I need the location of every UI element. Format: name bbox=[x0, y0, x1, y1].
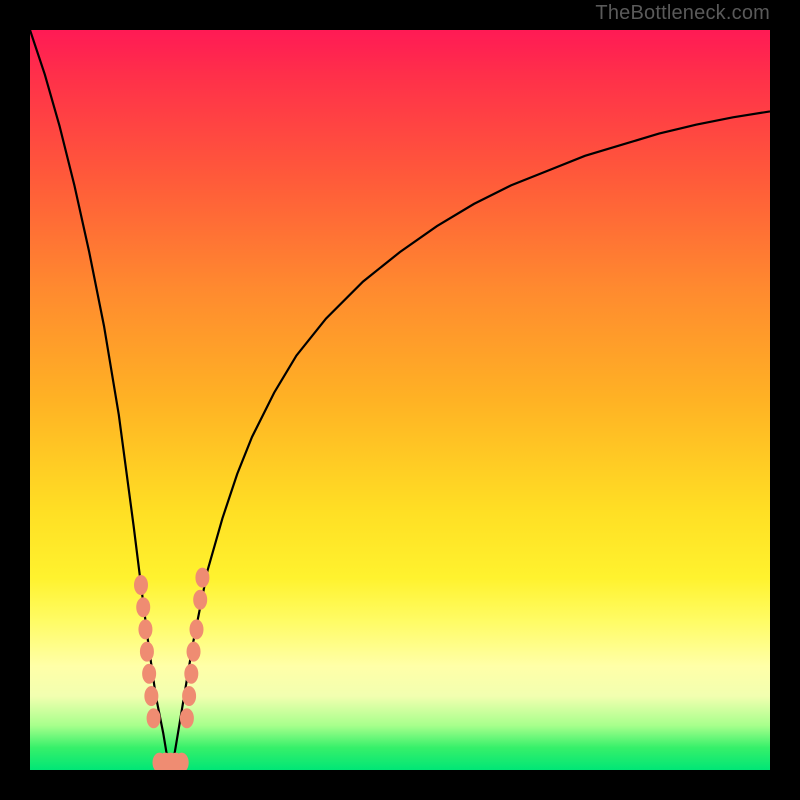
bottleneck-curve bbox=[30, 30, 770, 770]
marker-dot bbox=[180, 709, 193, 728]
marker-dot bbox=[140, 642, 153, 661]
marker-dot bbox=[175, 753, 188, 770]
marker-dot bbox=[194, 590, 207, 609]
marker-dot bbox=[187, 642, 200, 661]
marker-dot bbox=[185, 664, 198, 683]
marker-dot bbox=[139, 620, 152, 639]
plot-area bbox=[30, 30, 770, 770]
marker-group bbox=[135, 568, 209, 770]
curve-path bbox=[30, 30, 770, 770]
marker-dot bbox=[143, 664, 156, 683]
marker-dot bbox=[147, 709, 160, 728]
marker-dot bbox=[145, 687, 158, 706]
watermark-text: TheBottleneck.com bbox=[595, 2, 770, 25]
marker-dot bbox=[190, 620, 203, 639]
marker-dot bbox=[196, 568, 209, 587]
marker-dot bbox=[137, 598, 150, 617]
marker-dot bbox=[183, 687, 196, 706]
marker-dot bbox=[135, 576, 148, 595]
chart-frame: TheBottleneck.com bbox=[0, 0, 800, 800]
